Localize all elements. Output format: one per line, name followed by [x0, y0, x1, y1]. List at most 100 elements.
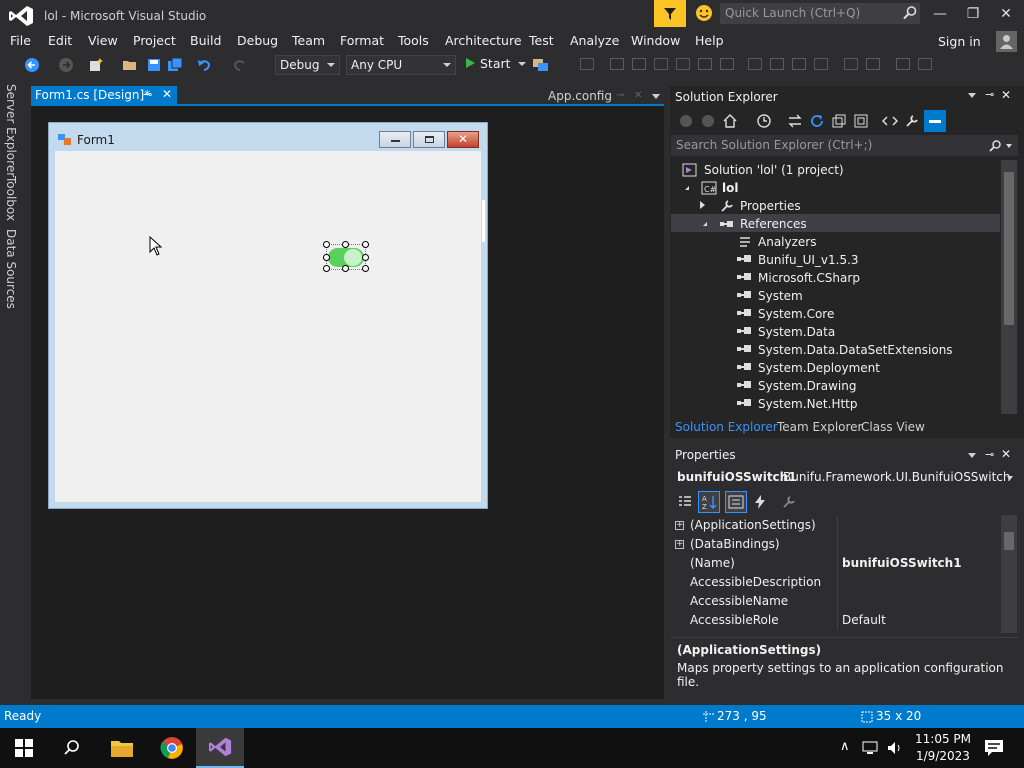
reference-item[interactable]: Microsoft.CSharp — [758, 271, 860, 285]
volume-icon[interactable] — [886, 740, 904, 756]
reference-item[interactable]: System.Data.DataSetExtensions — [758, 343, 953, 357]
make-same-width-icon[interactable] — [748, 58, 762, 70]
window-position-chevron-icon[interactable] — [968, 93, 976, 98]
pending-changes-filter-icon[interactable] — [756, 113, 772, 129]
collapse-all-icon[interactable] — [831, 113, 847, 129]
properties-scrollbar[interactable] — [1001, 515, 1017, 633]
search-icon[interactable] — [902, 5, 918, 21]
pin-icon[interactable]: ⊸ — [616, 90, 624, 101]
solution-platform-dropdown[interactable]: Any CPU — [346, 55, 456, 75]
align-middles-icon[interactable] — [698, 58, 712, 70]
menu-view[interactable]: View — [88, 33, 118, 48]
auto-hide-pin-icon[interactable]: ⊸ — [985, 88, 994, 101]
taskbar-search-button[interactable] — [48, 728, 96, 768]
form-maximize-button[interactable] — [413, 131, 445, 148]
make-same-size-icon[interactable] — [792, 58, 806, 70]
align-centers-icon[interactable] — [632, 58, 646, 70]
menu-architecture[interactable]: Architecture — [445, 33, 522, 48]
expanded-arrow-icon[interactable] — [682, 186, 689, 190]
selection-handle[interactable] — [323, 241, 330, 248]
horizontal-spacing-icon[interactable] — [844, 58, 858, 70]
vertical-spacing-icon[interactable] — [866, 58, 880, 70]
selection-handle[interactable] — [323, 265, 330, 272]
window-position-chevron-icon[interactable] — [968, 453, 976, 458]
menu-format[interactable]: Format — [340, 33, 384, 48]
selection-handle[interactable] — [362, 241, 369, 248]
expand-icon[interactable]: + — [675, 521, 684, 530]
save-all-icon[interactable] — [167, 57, 183, 73]
sign-in-link[interactable]: Sign in — [938, 34, 981, 49]
menu-analyze[interactable]: Analyze — [570, 33, 619, 48]
feedback-filter-button[interactable] — [654, 0, 686, 27]
menu-build[interactable]: Build — [190, 33, 221, 48]
tab-overflow-chevron-icon[interactable] — [652, 94, 660, 99]
form-minimize-button[interactable] — [379, 131, 411, 148]
scrollbar-thumb[interactable] — [1004, 532, 1014, 550]
close-icon[interactable]: ✕ — [1001, 447, 1011, 461]
selection-handle[interactable] — [342, 265, 349, 272]
solution-configuration-dropdown[interactable]: Debug — [275, 55, 340, 75]
properties-wrench-icon[interactable] — [904, 113, 920, 129]
menu-project[interactable]: Project — [133, 33, 176, 48]
toolbox-tab[interactable]: Toolbox — [4, 176, 18, 221]
reference-item[interactable]: System.Net.Http — [758, 397, 858, 411]
tab-app-config[interactable]: App.config — [548, 89, 612, 103]
chrome-taskbar-button[interactable] — [148, 728, 196, 768]
solution-explorer-search-input[interactable]: Search Solution Explorer (Ctrl+;) — [671, 135, 1018, 156]
align-to-grid-icon[interactable] — [580, 58, 594, 70]
close-icon[interactable]: ✕ — [1001, 88, 1011, 102]
property-row[interactable]: AccessibleDescription — [671, 573, 1000, 592]
chevron-down-icon[interactable] — [1007, 476, 1013, 480]
menu-help[interactable]: Help — [695, 33, 724, 48]
selection-handle[interactable] — [323, 254, 330, 261]
taskbar-clock-date[interactable]: 1/9/2023 — [916, 749, 970, 763]
menu-edit[interactable]: Edit — [48, 33, 72, 48]
property-value[interactable]: Default — [842, 613, 886, 627]
close-icon[interactable]: ✕ — [162, 87, 172, 101]
feedback-smiley-icon[interactable] — [695, 4, 713, 22]
send-to-back-icon[interactable] — [918, 58, 932, 70]
server-explorer-tab[interactable]: Server Explorer — [4, 84, 18, 177]
property-row[interactable]: (Name) bunifuiOSSwitch1 — [671, 554, 1000, 573]
align-tops-icon[interactable] — [676, 58, 690, 70]
scrollbar-thumb[interactable] — [1004, 172, 1014, 325]
new-project-icon[interactable] — [88, 57, 104, 73]
forward-icon[interactable] — [701, 114, 715, 128]
align-lefts-icon[interactable] — [610, 58, 624, 70]
menu-window[interactable]: Window — [631, 33, 680, 48]
form-close-button[interactable]: ✕ — [447, 131, 479, 148]
align-bottoms-icon[interactable] — [720, 58, 734, 70]
menu-file[interactable]: File — [10, 33, 31, 48]
references-node[interactable]: References — [740, 217, 807, 231]
align-rights-icon[interactable] — [654, 58, 668, 70]
refresh-icon[interactable] — [809, 113, 825, 129]
property-row[interactable]: + (ApplicationSettings) — [671, 516, 1000, 535]
form-resize-handle[interactable] — [482, 200, 485, 242]
auto-hide-pin-icon[interactable]: ⊸ — [985, 448, 994, 461]
reference-item[interactable]: Bunifu_UI_v1.5.3 — [758, 253, 859, 267]
properties-object-selector[interactable]: bunifuiOSSwitch1 Bunifu.Framework.UI.Bun… — [671, 467, 1018, 487]
reference-item[interactable]: System.Deployment — [758, 361, 880, 375]
search-icon[interactable] — [988, 139, 1002, 153]
selection-handle[interactable] — [362, 254, 369, 261]
menu-debug[interactable]: Debug — [237, 33, 278, 48]
property-pages-wrench-icon[interactable] — [781, 494, 797, 510]
property-row[interactable]: + (DataBindings) — [671, 535, 1000, 554]
make-same-height-icon[interactable] — [770, 58, 784, 70]
property-row[interactable]: AccessibleName — [671, 592, 1000, 611]
back-icon[interactable] — [679, 114, 693, 128]
chevron-down-icon[interactable] — [517, 62, 526, 66]
notifications-icon[interactable] — [984, 739, 1004, 757]
browser-link-icon[interactable] — [532, 57, 550, 73]
reference-item[interactable]: System — [758, 289, 803, 303]
search-options-chevron-icon[interactable] — [1006, 144, 1012, 148]
quick-launch-input[interactable]: Quick Launch (Ctrl+Q) — [720, 3, 920, 24]
network-icon[interactable] — [862, 740, 880, 756]
data-sources-tab[interactable]: Data Sources — [4, 229, 18, 309]
property-row[interactable]: AccessibleRole Default — [671, 611, 1000, 630]
menu-team[interactable]: Team — [292, 33, 325, 48]
form-client-area[interactable] — [55, 151, 481, 502]
tab-form1-design[interactable]: Form1.cs [Design]* ⊸ ✕ — [31, 86, 177, 105]
menu-tools[interactable]: Tools — [398, 33, 429, 48]
reference-item[interactable]: System.Data — [758, 325, 835, 339]
